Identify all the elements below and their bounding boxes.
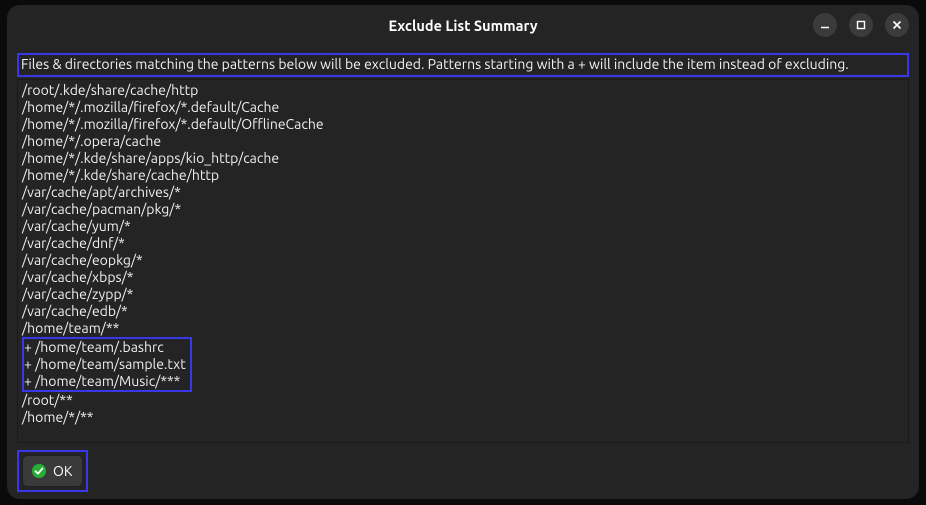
maximize-icon: [856, 20, 866, 30]
pattern-line: /var/cache/dnf/*: [22, 235, 904, 252]
info-banner: Files & directories matching the pattern…: [17, 53, 909, 77]
button-row: OK: [17, 450, 909, 492]
window-controls: [813, 13, 909, 37]
pattern-line: /var/cache/apt/archives/*: [22, 184, 904, 201]
pattern-line: + /home/team/sample.txt: [24, 356, 186, 373]
pattern-line: /home/*/.kde/share/cache/http: [22, 167, 904, 184]
close-icon: [892, 20, 902, 30]
ok-button-highlight: OK: [17, 450, 88, 492]
dialog-body: Files & directories matching the pattern…: [7, 45, 919, 499]
dialog-window: Exclude List Summary Files & directories…: [7, 5, 919, 499]
pattern-line: /home/*/.opera/cache: [22, 133, 904, 150]
minimize-button[interactable]: [813, 13, 837, 37]
pattern-line: /root/**: [22, 392, 904, 409]
window-title: Exclude List Summary: [7, 17, 919, 34]
pattern-line: /home/*/.kde/share/apps/kio_http/cache: [22, 150, 904, 167]
maximize-button[interactable]: [849, 13, 873, 37]
pattern-line: /var/cache/zypp/*: [22, 286, 904, 303]
close-button[interactable]: [885, 13, 909, 37]
minimize-icon: [820, 20, 830, 30]
include-patterns-highlight: + /home/team/.bashrc+ /home/team/sample.…: [22, 337, 192, 392]
pattern-line: /var/cache/edb/*: [22, 303, 904, 320]
check-icon: [31, 463, 47, 479]
pattern-line: /home/*/**: [22, 409, 904, 426]
pattern-line: /var/cache/pacman/pkg/*: [22, 201, 904, 218]
titlebar: Exclude List Summary: [7, 5, 919, 45]
ok-button-label: OK: [53, 463, 72, 479]
pattern-line: /home/*/.mozilla/firefox/*.default/Cache: [22, 99, 904, 116]
ok-button[interactable]: OK: [22, 455, 83, 487]
pattern-line: + /home/team/Music/***: [24, 373, 186, 390]
pattern-line: /var/cache/yum/*: [22, 218, 904, 235]
info-text: Files & directories matching the pattern…: [21, 56, 905, 73]
pattern-line: /var/cache/eopkg/*: [22, 252, 904, 269]
pattern-line: /var/cache/xbps/*: [22, 269, 904, 286]
pattern-line: /home/team/**: [22, 320, 904, 337]
pattern-line: /home/*/.mozilla/firefox/*.default/Offli…: [22, 116, 904, 133]
pattern-line: + /home/team/.bashrc: [24, 339, 186, 356]
pattern-line: /root/.kde/share/cache/http: [22, 82, 904, 99]
pattern-list[interactable]: /root/.kde/share/cache/http/home/*/.mozi…: [17, 79, 909, 443]
